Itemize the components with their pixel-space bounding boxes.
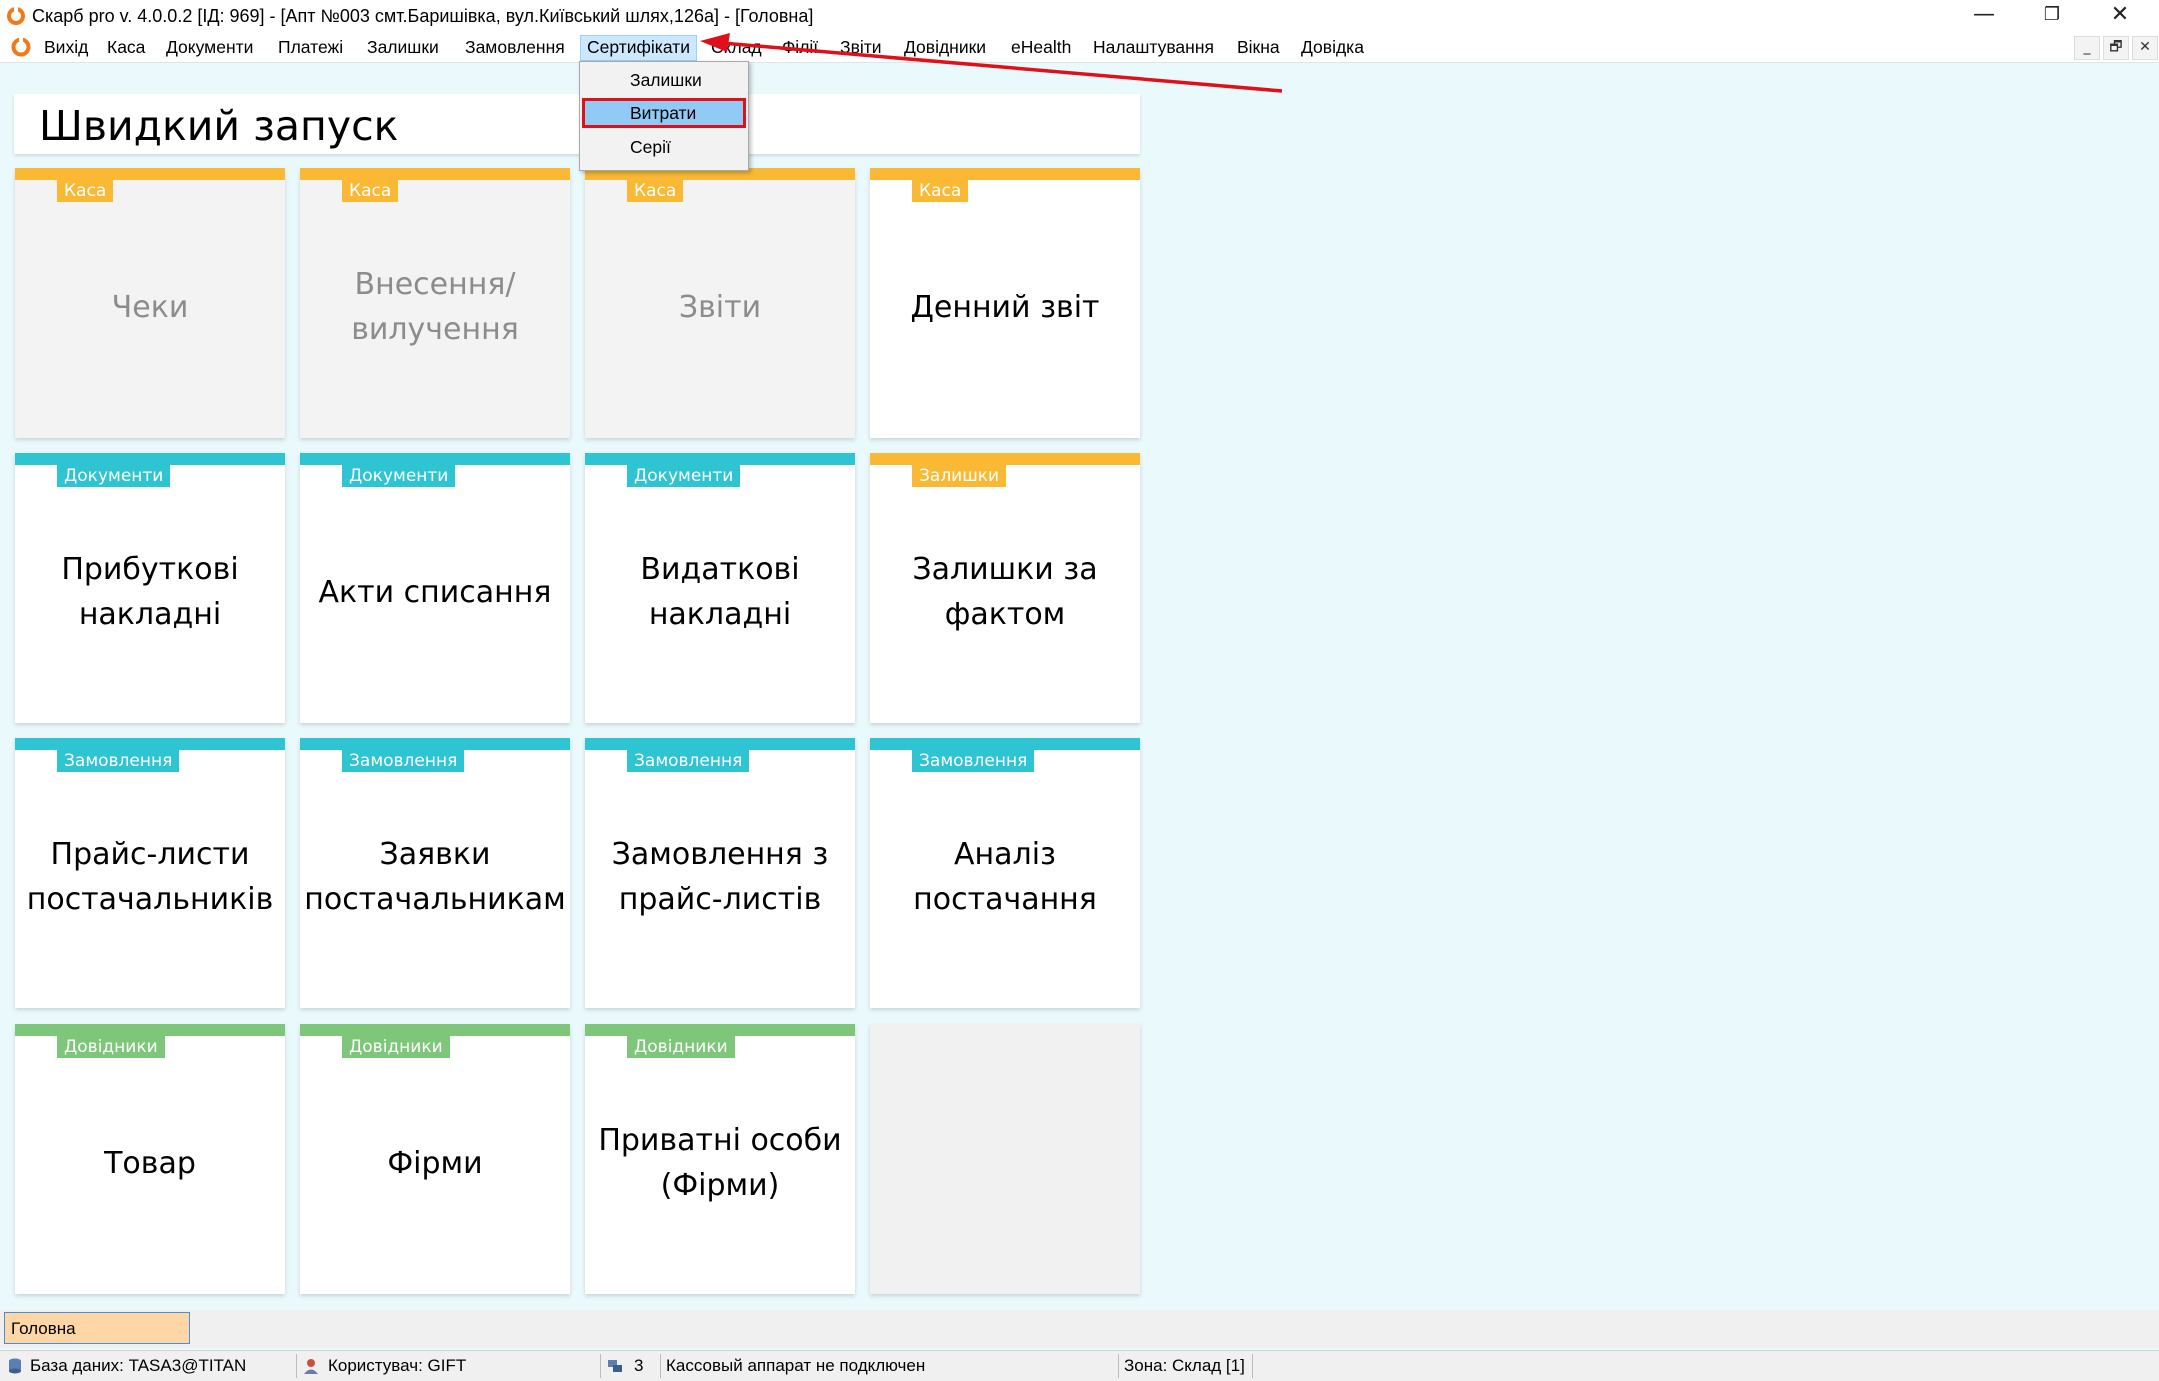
sertyfikaty-dropdown: Залишки Витрати Серії: [579, 61, 749, 171]
tile-11[interactable]: Замовлення Замовлення з прайс-листів: [585, 738, 855, 1008]
tile-1[interactable]: Каса Чеки: [15, 168, 285, 438]
tile-13[interactable]: Довідники Товар: [15, 1024, 285, 1294]
tile-4[interactable]: Каса Денний звіт: [870, 168, 1140, 438]
status-cash-register: Кассовый аппарат не подключен: [666, 1356, 926, 1375]
app-menu-icon[interactable]: [10, 36, 32, 58]
tile-label: Прибуткові накладні: [61, 552, 239, 632]
mdi-close-button[interactable]: ✕: [2132, 36, 2158, 60]
tile-label: Прайс-листи постачальників: [26, 837, 274, 917]
mdi-restore-button[interactable]: 🗗: [2103, 36, 2129, 60]
menu-sklad[interactable]: Склад: [705, 35, 768, 59]
window-tab-strip: [0, 1310, 2159, 1348]
empty-tile: [870, 1024, 1140, 1294]
tile-9[interactable]: Замовлення Прайс-листи постачальників: [15, 738, 285, 1008]
tile-label: Чеки: [111, 289, 189, 325]
status-separator: [296, 1354, 297, 1378]
tile-14[interactable]: Довідники Фірми: [300, 1024, 570, 1294]
tile-15[interactable]: Довідники Приватні особи (Фірми): [585, 1024, 855, 1294]
mdi-minimize-button[interactable]: _: [2074, 36, 2100, 60]
tile-label: Акти списання: [318, 574, 552, 610]
tile-2[interactable]: Каса Внесення/вилучення: [300, 168, 570, 438]
tile-7[interactable]: Документи Видаткові накладні: [585, 453, 855, 723]
tile-label: Денний звіт: [910, 289, 1100, 325]
dropdown-item-label: Серії: [630, 137, 671, 157]
status-separator: [1118, 1354, 1119, 1378]
app-logo-icon: [7, 6, 25, 25]
tile-label: Фірми: [387, 1145, 483, 1181]
menu-vikna[interactable]: Вікна: [1231, 35, 1286, 59]
dropdown-item-zalyshky[interactable]: Залишки: [582, 65, 746, 95]
status-user: Користувач: GIFT: [328, 1356, 467, 1375]
tile-label: Звіти: [678, 289, 762, 325]
status-database: База даних: TASA3@TITAN: [30, 1356, 247, 1375]
status-count: 3: [634, 1356, 644, 1375]
tile-8[interactable]: Залишки Залишки за фактом: [870, 453, 1140, 723]
status-zone: Зона: Склад [1]: [1124, 1356, 1245, 1375]
menu-platezhi[interactable]: Платежі: [272, 35, 349, 59]
menu-nalashtuvannia[interactable]: Налаштування: [1087, 35, 1220, 59]
tile-label: Товар: [104, 1145, 196, 1181]
user-icon: [304, 1359, 318, 1374]
tile-5[interactable]: Документи Прибуткові накладні: [15, 453, 285, 723]
tile-label: Аналіз постачання: [913, 837, 1097, 917]
status-separator: [1252, 1354, 1253, 1378]
title-bar: Скарб pro v. 4.0.0.2 [ІД: 969] - [Апт №0…: [0, 0, 2159, 32]
dropdown-item-serii[interactable]: Серії: [582, 132, 746, 162]
tile-label: Внесення/вилучення: [351, 267, 519, 347]
menu-dovidnyky[interactable]: Довідники: [898, 35, 992, 59]
database-icon: [9, 1358, 21, 1374]
close-button[interactable]: ✕: [2086, 0, 2154, 32]
menu-zvity[interactable]: Звіти: [834, 35, 888, 59]
menu-kasa[interactable]: Каса: [101, 35, 151, 59]
tile-label: Видаткові накладні: [640, 552, 800, 632]
quick-start-header: Швидкий запуск: [14, 94, 1140, 154]
minimize-button[interactable]: —: [1950, 0, 2018, 32]
status-bar: База даних: TASA3@TITAN Користувач: GIFT…: [0, 1350, 2159, 1381]
dropdown-item-label: Витрати: [630, 103, 697, 123]
menu-zamovlennia[interactable]: Замовлення: [459, 35, 571, 59]
dropdown-item-label: Залишки: [630, 70, 702, 90]
status-separator: [660, 1354, 661, 1378]
tile-label: Залишки за фактом: [912, 552, 1098, 632]
tile-10[interactable]: Замовлення Заявки постачальникам: [300, 738, 570, 1008]
menu-bar: Вихід Каса Документи Платежі Залишки Зам…: [0, 32, 2159, 63]
status-separator: [600, 1354, 601, 1378]
menu-dovidka[interactable]: Довідка: [1295, 35, 1370, 59]
menu-filii[interactable]: Філії: [776, 35, 824, 59]
restore-button[interactable]: ❐: [2018, 0, 2086, 32]
menu-dokumenty[interactable]: Документи: [160, 35, 259, 59]
dropdown-item-vytraty[interactable]: Витрати: [582, 98, 746, 128]
page-title: Швидкий запуск: [39, 102, 399, 150]
tab-golovna[interactable]: Головна: [4, 1312, 190, 1344]
tile-3[interactable]: Каса Звіти: [585, 168, 855, 438]
menu-zalyshky[interactable]: Залишки: [361, 35, 445, 59]
window-title: Скарб pro v. 4.0.0.2 [ІД: 969] - [Апт №0…: [32, 6, 814, 26]
tile-6[interactable]: Документи Акти списання: [300, 453, 570, 723]
menu-ehealth[interactable]: eHealth: [1005, 35, 1077, 59]
tile-label: Заявки постачальникам: [304, 837, 566, 917]
menu-vykhid[interactable]: Вихід: [38, 35, 94, 59]
tile-12[interactable]: Замовлення Аналіз постачання: [870, 738, 1140, 1008]
network-icon: [608, 1360, 622, 1372]
tile-label: Замовлення з прайс-листів: [611, 837, 829, 917]
tile-label: Приватні особи (Фірми): [598, 1123, 842, 1203]
menu-sertyfikaty[interactable]: Сертифікати: [580, 35, 697, 61]
